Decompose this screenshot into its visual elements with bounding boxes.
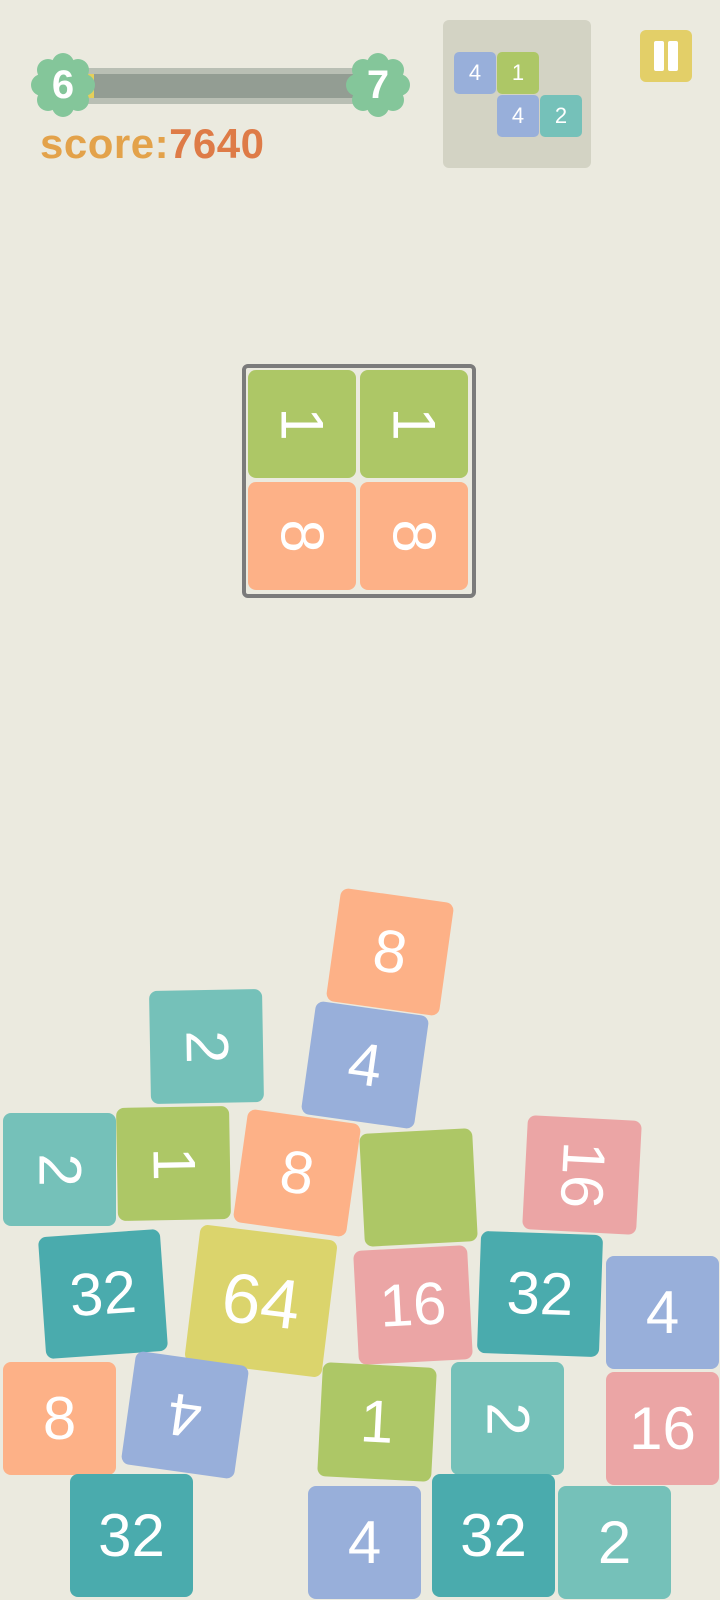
board-tile: 16 xyxy=(522,1115,642,1235)
falling-piece-tile: 8 xyxy=(248,482,356,590)
current-level-number: 6 xyxy=(51,62,75,107)
board-tile: 8 xyxy=(3,1362,116,1475)
falling-piece-tile: 1 xyxy=(248,370,356,478)
board-tile: 1 xyxy=(116,1106,231,1221)
next-piece-tile: 4 xyxy=(497,95,539,137)
board-tile: 4 xyxy=(120,1350,250,1480)
board-tile: 32 xyxy=(70,1474,193,1597)
score-label: score: xyxy=(40,120,170,167)
next-piece-tile: 1 xyxy=(497,52,539,94)
falling-piece-tile: 8 xyxy=(360,482,468,590)
pause-button[interactable] xyxy=(640,30,692,82)
board-tile: 16 xyxy=(353,1245,473,1365)
next-piece-tile: 2 xyxy=(540,95,582,137)
falling-piece[interactable]: 1 1 8 8 xyxy=(242,364,476,598)
score-value: 7640 xyxy=(169,120,265,167)
board-tile: 2 xyxy=(149,989,264,1104)
board-tile: 32 xyxy=(432,1474,555,1597)
board-tile: 1 xyxy=(317,1362,437,1482)
board-tile: 4 xyxy=(308,1486,421,1599)
next-piece-tile: 4 xyxy=(454,52,496,94)
falling-piece-tile: 1 xyxy=(360,370,468,478)
next-level-number: 7 xyxy=(366,62,390,107)
board-tile: 32 xyxy=(476,1230,604,1358)
board-tile: 4 xyxy=(606,1256,719,1369)
next-piece-preview: 4 1 4 2 xyxy=(443,20,591,168)
next-level-badge: 7 xyxy=(345,52,411,118)
board-tile: 8 xyxy=(232,1108,362,1238)
current-level-badge: 6 xyxy=(30,52,96,118)
board-tile: 2 xyxy=(3,1113,116,1226)
board-tile: 4 xyxy=(300,1000,430,1130)
board-tile: 2 xyxy=(558,1486,671,1599)
board-tile xyxy=(359,1128,478,1247)
board-tile: 2 xyxy=(451,1362,564,1475)
level-progress-bar xyxy=(78,68,368,104)
score-display: score:7640 xyxy=(40,120,265,168)
board-tile: 32 xyxy=(37,1228,169,1360)
board-tile: 64 xyxy=(184,1224,338,1378)
level-progress-track xyxy=(86,74,360,98)
board-tile: 16 xyxy=(606,1372,719,1485)
board-tile: 8 xyxy=(325,887,455,1017)
